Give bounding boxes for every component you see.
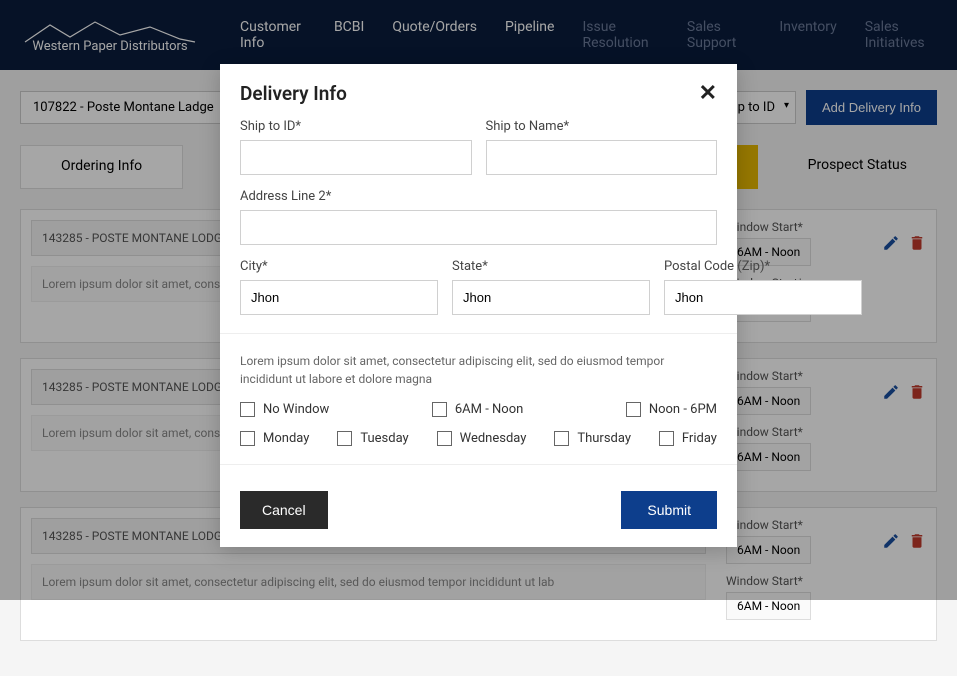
- checkbox-label: Friday: [682, 431, 717, 446]
- checkbox-icon: [659, 431, 674, 446]
- checkbox-monday[interactable]: Monday: [240, 431, 309, 446]
- ship-to-name-label: Ship to Name*: [486, 119, 718, 134]
- state-label: State*: [452, 259, 650, 274]
- address2-input[interactable]: [240, 210, 717, 245]
- modal-title: Delivery Info: [240, 82, 347, 105]
- checkbox-label: Tuesday: [360, 431, 408, 446]
- checkbox-icon: [432, 402, 447, 417]
- cancel-button[interactable]: Cancel: [240, 491, 328, 529]
- ship-to-name-input[interactable]: [486, 140, 718, 175]
- checkbox-icon: [337, 431, 352, 446]
- checkbox-6am-noon[interactable]: 6AM - Noon: [432, 402, 523, 417]
- close-icon[interactable]: ✕: [699, 83, 717, 105]
- checkbox-no-window[interactable]: No Window: [240, 402, 329, 417]
- address2-label: Address Line 2*: [240, 189, 717, 204]
- checkbox-icon: [554, 431, 569, 446]
- checkbox-noon-6pm[interactable]: Noon - 6PM: [626, 402, 717, 417]
- checkbox-wednesday[interactable]: Wednesday: [437, 431, 527, 446]
- modal-description: Lorem ipsum dolor sit amet, consectetur …: [240, 352, 717, 388]
- checkbox-label: Noon - 6PM: [649, 402, 717, 417]
- postal-input[interactable]: [664, 280, 862, 315]
- checkbox-friday[interactable]: Friday: [659, 431, 717, 446]
- checkbox-label: Wednesday: [460, 431, 527, 446]
- checkbox-tuesday[interactable]: Tuesday: [337, 431, 408, 446]
- checkbox-label: Thursday: [577, 431, 631, 446]
- checkbox-label: 6AM - Noon: [455, 402, 523, 417]
- checkbox-icon: [240, 431, 255, 446]
- city-label: City*: [240, 259, 438, 274]
- postal-label: Postal Code (Zip)*: [664, 259, 862, 274]
- ship-to-id-label: Ship to ID*: [240, 119, 472, 134]
- ship-to-id-input[interactable]: [240, 140, 472, 175]
- checkbox-label: Monday: [263, 431, 309, 446]
- submit-button[interactable]: Submit: [621, 491, 717, 529]
- checkbox-icon: [437, 431, 452, 446]
- city-input[interactable]: [240, 280, 438, 315]
- checkbox-icon: [240, 402, 255, 417]
- checkbox-icon: [626, 402, 641, 417]
- delivery-info-modal: Delivery Info ✕ Ship to ID* Ship to Name…: [220, 64, 737, 547]
- state-input[interactable]: [452, 280, 650, 315]
- checkbox-label: No Window: [263, 402, 329, 417]
- checkbox-thursday[interactable]: Thursday: [554, 431, 631, 446]
